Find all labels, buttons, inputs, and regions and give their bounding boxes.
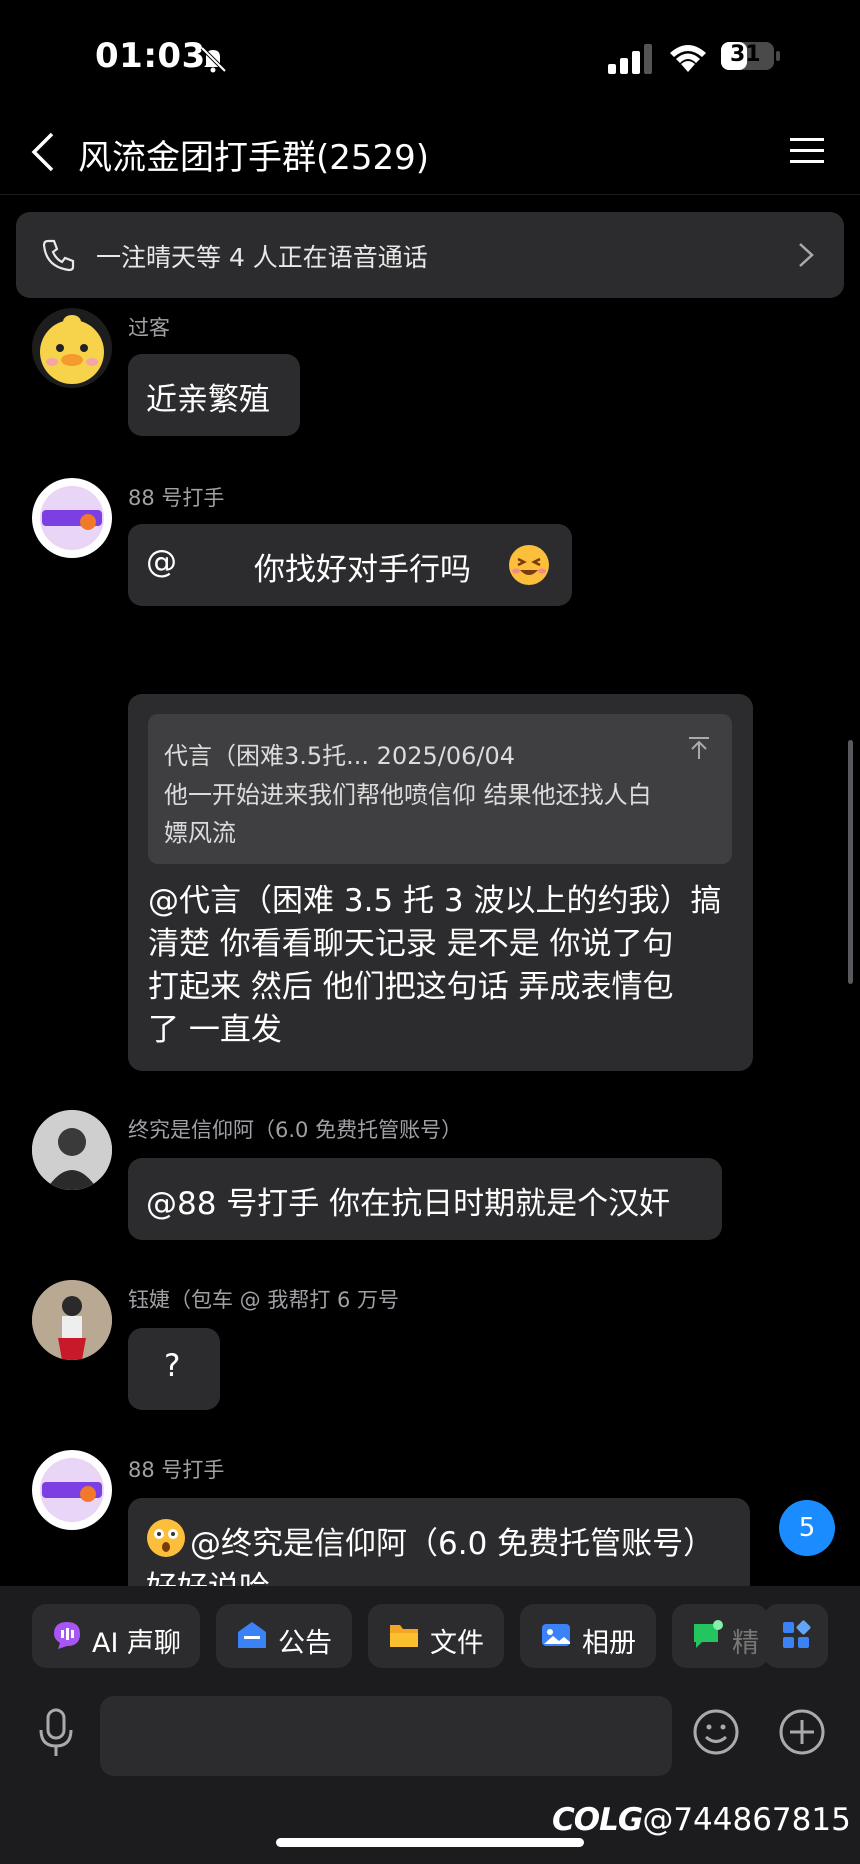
back-arrow-icon[interactable] xyxy=(28,130,58,174)
watermark: COLG@744867815 xyxy=(552,1802,851,1838)
message-text: @88 号打手 你在抗日时期就是个汉奸 xyxy=(146,1186,671,1222)
chat-title: 风流金团打手群(2529) xyxy=(78,138,430,178)
emoji-icon[interactable] xyxy=(692,1708,740,1756)
message-bubble[interactable]: ? xyxy=(128,1328,220,1410)
unread-badge[interactable]: 5 xyxy=(779,1500,835,1556)
apps-icon xyxy=(783,1620,811,1648)
sender-name: 终究是信仰阿（6.0 免费托管账号） xyxy=(128,1118,463,1142)
message-bubble[interactable]: @88 号打手 你在抗日时期就是个汉奸 xyxy=(128,1158,722,1240)
message-line: 打起来 然后 他们把这句话 弄成表情包 xyxy=(148,969,674,1005)
shocked-emoji-icon xyxy=(147,1519,185,1557)
folder-icon xyxy=(390,1625,418,1647)
sender-name: 过客 xyxy=(128,316,170,340)
message-text: ? xyxy=(164,1348,181,1384)
ai-voice-button[interactable]: AI 声聊 xyxy=(32,1604,200,1668)
message-line: 了 一直发 xyxy=(148,1012,282,1048)
nav-divider xyxy=(0,194,860,195)
avatar[interactable] xyxy=(32,308,112,388)
battery-level: 31 xyxy=(730,42,761,67)
tool-label: 相册 xyxy=(582,1628,636,1659)
reply-message-bubble[interactable]: 代言（困难3.5托... 2025/06/04 他一开始进来我们帮他喷信仰 结果… xyxy=(128,694,753,1071)
message-text: 近亲繁殖 xyxy=(146,382,270,418)
ai-voice-icon xyxy=(54,1622,80,1649)
message-line: @代言（困难 3.5 托 3 波以上的约我）搞 xyxy=(148,883,722,919)
mention-symbol: @ xyxy=(146,544,177,580)
announcement-icon xyxy=(238,1622,266,1648)
chevron-right-icon xyxy=(799,243,814,267)
sender-name: 88 号打手 xyxy=(128,1458,225,1482)
message-text: 你找好对手行吗 xyxy=(254,552,471,588)
announcement-button[interactable]: 公告 xyxy=(216,1604,352,1668)
avatar[interactable] xyxy=(32,478,112,558)
message-text: @代言（困难 3.5 托 3 波以上的约我）搞 清楚 你看看聊天记录 是不是 你… xyxy=(148,880,748,1052)
message-text: @终究是信仰阿（6.0 免费托管账号） xyxy=(190,1526,715,1562)
message-bubble[interactable]: 近亲繁殖 xyxy=(128,354,300,436)
tool-label: 文件 xyxy=(430,1628,484,1659)
tool-label: 公告 xyxy=(278,1628,332,1659)
cellular-signal-icon xyxy=(608,44,652,74)
tool-label: AI 声聊 xyxy=(92,1628,182,1659)
duck-avatar-icon xyxy=(40,315,104,384)
jump-to-top-icon[interactable] xyxy=(688,736,710,760)
voice-call-banner[interactable]: 一注晴天等 4 人正在语音通话 xyxy=(16,212,844,298)
album-button[interactable]: 相册 xyxy=(520,1604,656,1668)
avatar[interactable] xyxy=(32,1110,112,1190)
bell-slash-icon xyxy=(200,46,227,73)
message-bubble[interactable]: @ 你找好对手行吗 xyxy=(128,524,572,606)
quote-line: 嫖风流 xyxy=(164,819,236,847)
home-indicator[interactable] xyxy=(276,1838,584,1847)
sender-name: 钰婕（包车 @ 我帮打 6 万号 xyxy=(128,1288,400,1312)
quote-line: 他一开始进来我们帮他喷信仰 结果他还找人白 xyxy=(164,781,652,809)
laughing-emoji-icon xyxy=(509,545,549,585)
essence-button[interactable]: 精 xyxy=(672,1604,768,1668)
message-input[interactable] xyxy=(100,1696,672,1776)
more-apps-button[interactable] xyxy=(764,1604,828,1668)
quote-header: 代言（困难3.5托... 2025/06/04 xyxy=(164,742,516,770)
files-button[interactable]: 文件 xyxy=(368,1604,504,1668)
sender-name: 88 号打手 xyxy=(128,486,225,510)
message-line: 清楚 你看看聊天记录 是不是 你说了句 xyxy=(148,926,674,962)
scrollbar[interactable] xyxy=(848,740,853,984)
menu-icon[interactable] xyxy=(790,136,824,166)
person-avatar-icon xyxy=(32,1280,112,1360)
tool-label: 精 xyxy=(732,1628,759,1659)
plus-icon[interactable] xyxy=(778,1708,826,1756)
person-avatar-icon xyxy=(32,1110,112,1190)
avatar[interactable] xyxy=(32,1450,112,1530)
status-time: 01:03 xyxy=(95,36,206,76)
album-icon xyxy=(542,1624,570,1646)
wifi-icon xyxy=(670,45,706,72)
microphone-icon[interactable] xyxy=(36,1708,76,1758)
avatar[interactable] xyxy=(32,1280,112,1360)
watermark-handle: @744867815 xyxy=(642,1802,851,1838)
essence-icon xyxy=(694,1620,723,1648)
logo-avatar-icon xyxy=(40,1458,104,1522)
voice-call-text: 一注晴天等 4 人正在语音通话 xyxy=(96,243,428,272)
battery-icon: 31 xyxy=(720,40,782,72)
phone-icon xyxy=(42,239,75,272)
watermark-brand: COLG xyxy=(552,1802,643,1838)
logo-avatar-icon xyxy=(40,486,104,550)
quoted-message[interactable]: 代言（困难3.5托... 2025/06/04 他一开始进来我们帮他喷信仰 结果… xyxy=(148,714,732,864)
